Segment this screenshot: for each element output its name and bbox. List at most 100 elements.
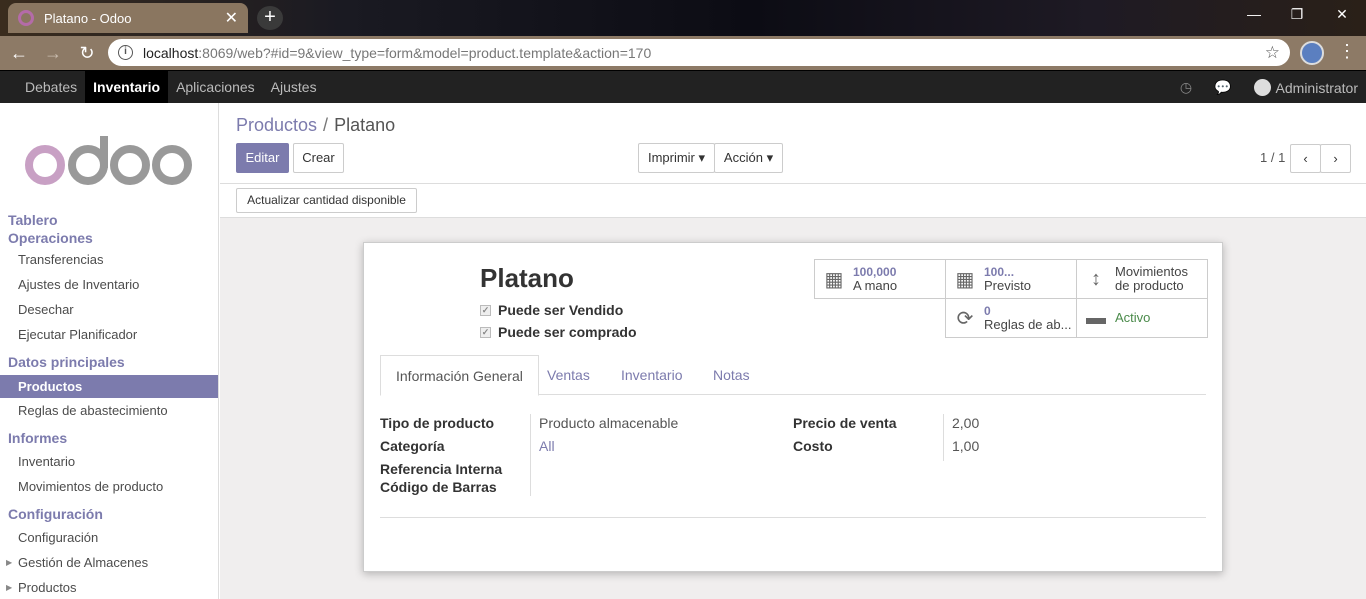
- sidebar-section-configuracion: Configuración: [8, 506, 103, 522]
- active-toggle-button[interactable]: ▬ Activo: [1076, 298, 1208, 338]
- active-label: Activo: [1115, 310, 1151, 325]
- more-options-icon[interactable]: ⋮: [1338, 41, 1356, 62]
- barcode-label: Código de Barras: [380, 479, 497, 495]
- minimize-icon[interactable]: —: [1244, 6, 1264, 22]
- breadcrumb-productos[interactable]: Productos: [236, 115, 317, 135]
- browser-tab[interactable]: Platano - Odoo ✕: [8, 3, 248, 33]
- field-divider: [943, 414, 944, 461]
- reorder-rules-smart-button[interactable]: ⟳ 0 Reglas de ab...: [945, 298, 1077, 338]
- product-name: Platano: [480, 263, 574, 293]
- sidebar-section-tablero[interactable]: Tablero: [0, 211, 218, 229]
- action-button[interactable]: Acción ▾: [714, 143, 783, 173]
- can-be-sold-checkbox[interactable]: ✓: [480, 304, 491, 316]
- sidebar-section-datos-principales: Datos principales: [8, 354, 125, 370]
- forecast-label: Previsto: [984, 278, 1031, 293]
- caret-right-icon: ▶: [6, 583, 13, 592]
- action-label: Acción: [723, 150, 763, 165]
- building-icon: ▦: [955, 268, 975, 291]
- sidebar-item-transferencias[interactable]: Transferencias: [0, 247, 218, 272]
- clock-icon[interactable]: ◷: [1180, 79, 1192, 96]
- cost-label: Costo: [793, 438, 833, 454]
- update-qty-button[interactable]: Actualizar cantidad disponible: [236, 188, 417, 213]
- forecast-smart-button[interactable]: ▦ 100... Previsto: [945, 259, 1077, 299]
- moves-smart-button[interactable]: ↕ Movimientos de producto: [1076, 259, 1208, 299]
- browser-toolbar: ← → ↻ i localhost :8069/web?#id=9&view_t…: [0, 36, 1366, 70]
- sidebar-item-ejecutar-planificador[interactable]: Ejecutar Planificador: [0, 322, 218, 347]
- star-icon[interactable]: ☆: [1265, 43, 1280, 63]
- sidebar-item-ajustes-inventario[interactable]: Ajustes de Inventario: [0, 272, 218, 297]
- breadcrumb-separator: /: [323, 115, 329, 135]
- nav-inventario[interactable]: Inventario: [85, 70, 169, 104]
- sidebar-item-desechar[interactable]: Desechar: [0, 297, 218, 322]
- can-be-purchased-checkbox[interactable]: ✓: [480, 326, 491, 338]
- info-icon[interactable]: i: [118, 45, 133, 60]
- sidebar: Tablero Operaciones Transferencias Ajust…: [0, 103, 219, 599]
- caret-down-icon: ▾: [698, 150, 706, 165]
- archive-icon: ▬: [1086, 306, 1106, 329]
- tab-ventas[interactable]: Ventas: [532, 355, 605, 396]
- address-bar[interactable]: i localhost :8069/web?#id=9&view_type=fo…: [108, 39, 1290, 66]
- sidebar-section-operaciones: Operaciones: [8, 230, 93, 246]
- moves-label-line1: Movimientos: [1115, 264, 1188, 279]
- chevron-right-icon: ›: [1333, 151, 1338, 166]
- sidebar-item-label: Gestión de Almacenes: [18, 555, 149, 570]
- on-hand-label: A mano: [853, 278, 898, 293]
- can-be-sold-label: Puede ser Vendido: [498, 302, 624, 318]
- back-icon[interactable]: ←: [4, 43, 34, 64]
- create-button[interactable]: Crear: [293, 143, 344, 173]
- edit-button[interactable]: Editar: [236, 143, 289, 173]
- breadcrumb: Productos / Platano: [236, 115, 395, 136]
- close-icon[interactable]: ✕: [225, 8, 238, 28]
- main-content: Productos / Platano Editar Crear Imprimir …: [220, 103, 1366, 599]
- sidebar-item-config-productos[interactable]: ▶ Productos: [0, 575, 218, 599]
- tab-informacion-general[interactable]: Información General: [380, 355, 539, 396]
- restore-icon[interactable]: ❐: [1287, 6, 1307, 23]
- can-be-sold-row: ✓ Puede ser Vendido: [480, 302, 623, 318]
- reload-icon[interactable]: ↻: [72, 43, 102, 64]
- pager-value[interactable]: 1 / 1: [1260, 150, 1285, 165]
- on-hand-smart-button[interactable]: ▦ 100,000 A mano: [814, 259, 946, 299]
- category-label: Categoría: [380, 438, 445, 454]
- sidebar-item-movimientos-producto[interactable]: Movimientos de producto: [0, 474, 218, 499]
- tab-notas[interactable]: Notas: [698, 355, 765, 396]
- print-button[interactable]: Imprimir ▾: [638, 143, 715, 173]
- pager-next-button[interactable]: ›: [1320, 144, 1351, 173]
- category-value-link[interactable]: All: [539, 438, 555, 454]
- url-host: localhost: [143, 44, 199, 61]
- section-divider: [380, 517, 1206, 518]
- sidebar-item-informe-inventario[interactable]: Inventario: [0, 449, 218, 474]
- sidebar-item-configuracion[interactable]: Configuración: [0, 525, 218, 550]
- user-avatar[interactable]: [1253, 79, 1271, 96]
- caret-right-icon: ▶: [6, 558, 13, 567]
- refresh-icon: ⟳: [956, 307, 974, 330]
- sidebar-item-reglas-abastecimiento[interactable]: Reglas de abastecimiento: [0, 398, 218, 423]
- sidebar-item-gestion-almacenes[interactable]: ▶ Gestión de Almacenes: [0, 550, 218, 575]
- url-path: :8069/web?#id=9&view_type=form&model=pro…: [198, 44, 652, 61]
- window-close-icon[interactable]: ✕: [1332, 6, 1352, 23]
- can-be-purchased-label: Puede ser comprado: [498, 324, 637, 340]
- control-panel: Productos / Platano Editar Crear Imprimir …: [220, 103, 1366, 184]
- breadcrumb-current: Platano: [334, 115, 396, 135]
- form-sheet: Platano ✓ Puede ser Vendido ✓ Puede ser co…: [363, 242, 1223, 572]
- top-navigation: Debates Inventario Aplicaciones Ajustes …: [0, 70, 1366, 104]
- sidebar-item-productos[interactable]: Productos: [0, 375, 218, 398]
- rules-label: Reglas de ab...: [984, 317, 1072, 332]
- nav-ajustes[interactable]: Ajustes: [263, 71, 325, 104]
- form-notebook: Información General Ventas Inventario No…: [380, 355, 1206, 396]
- product-type-value: Producto almacenable: [539, 415, 679, 431]
- tab-inventario[interactable]: Inventario: [606, 355, 697, 396]
- pager-previous-button[interactable]: ‹: [1290, 144, 1321, 173]
- nav-debates[interactable]: Debates: [17, 71, 85, 104]
- sidebar-section-informes: Informes: [8, 430, 68, 446]
- browser-tabstrip: Platano - Odoo ✕ + — ❐ ✕: [0, 0, 1366, 36]
- user-name[interactable]: Administrator: [1276, 80, 1358, 96]
- new-tab-button[interactable]: +: [257, 6, 283, 30]
- chevron-left-icon: ‹: [1303, 151, 1308, 166]
- forecast-value: 100...: [984, 265, 1015, 279]
- rules-value: 0: [984, 304, 991, 318]
- chat-icon[interactable]: 💬: [1214, 79, 1231, 96]
- forward-icon[interactable]: →: [38, 43, 68, 64]
- sale-price-label: Precio de venta: [793, 415, 897, 431]
- profile-avatar-icon[interactable]: [1300, 41, 1324, 65]
- nav-aplicaciones[interactable]: Aplicaciones: [168, 71, 263, 104]
